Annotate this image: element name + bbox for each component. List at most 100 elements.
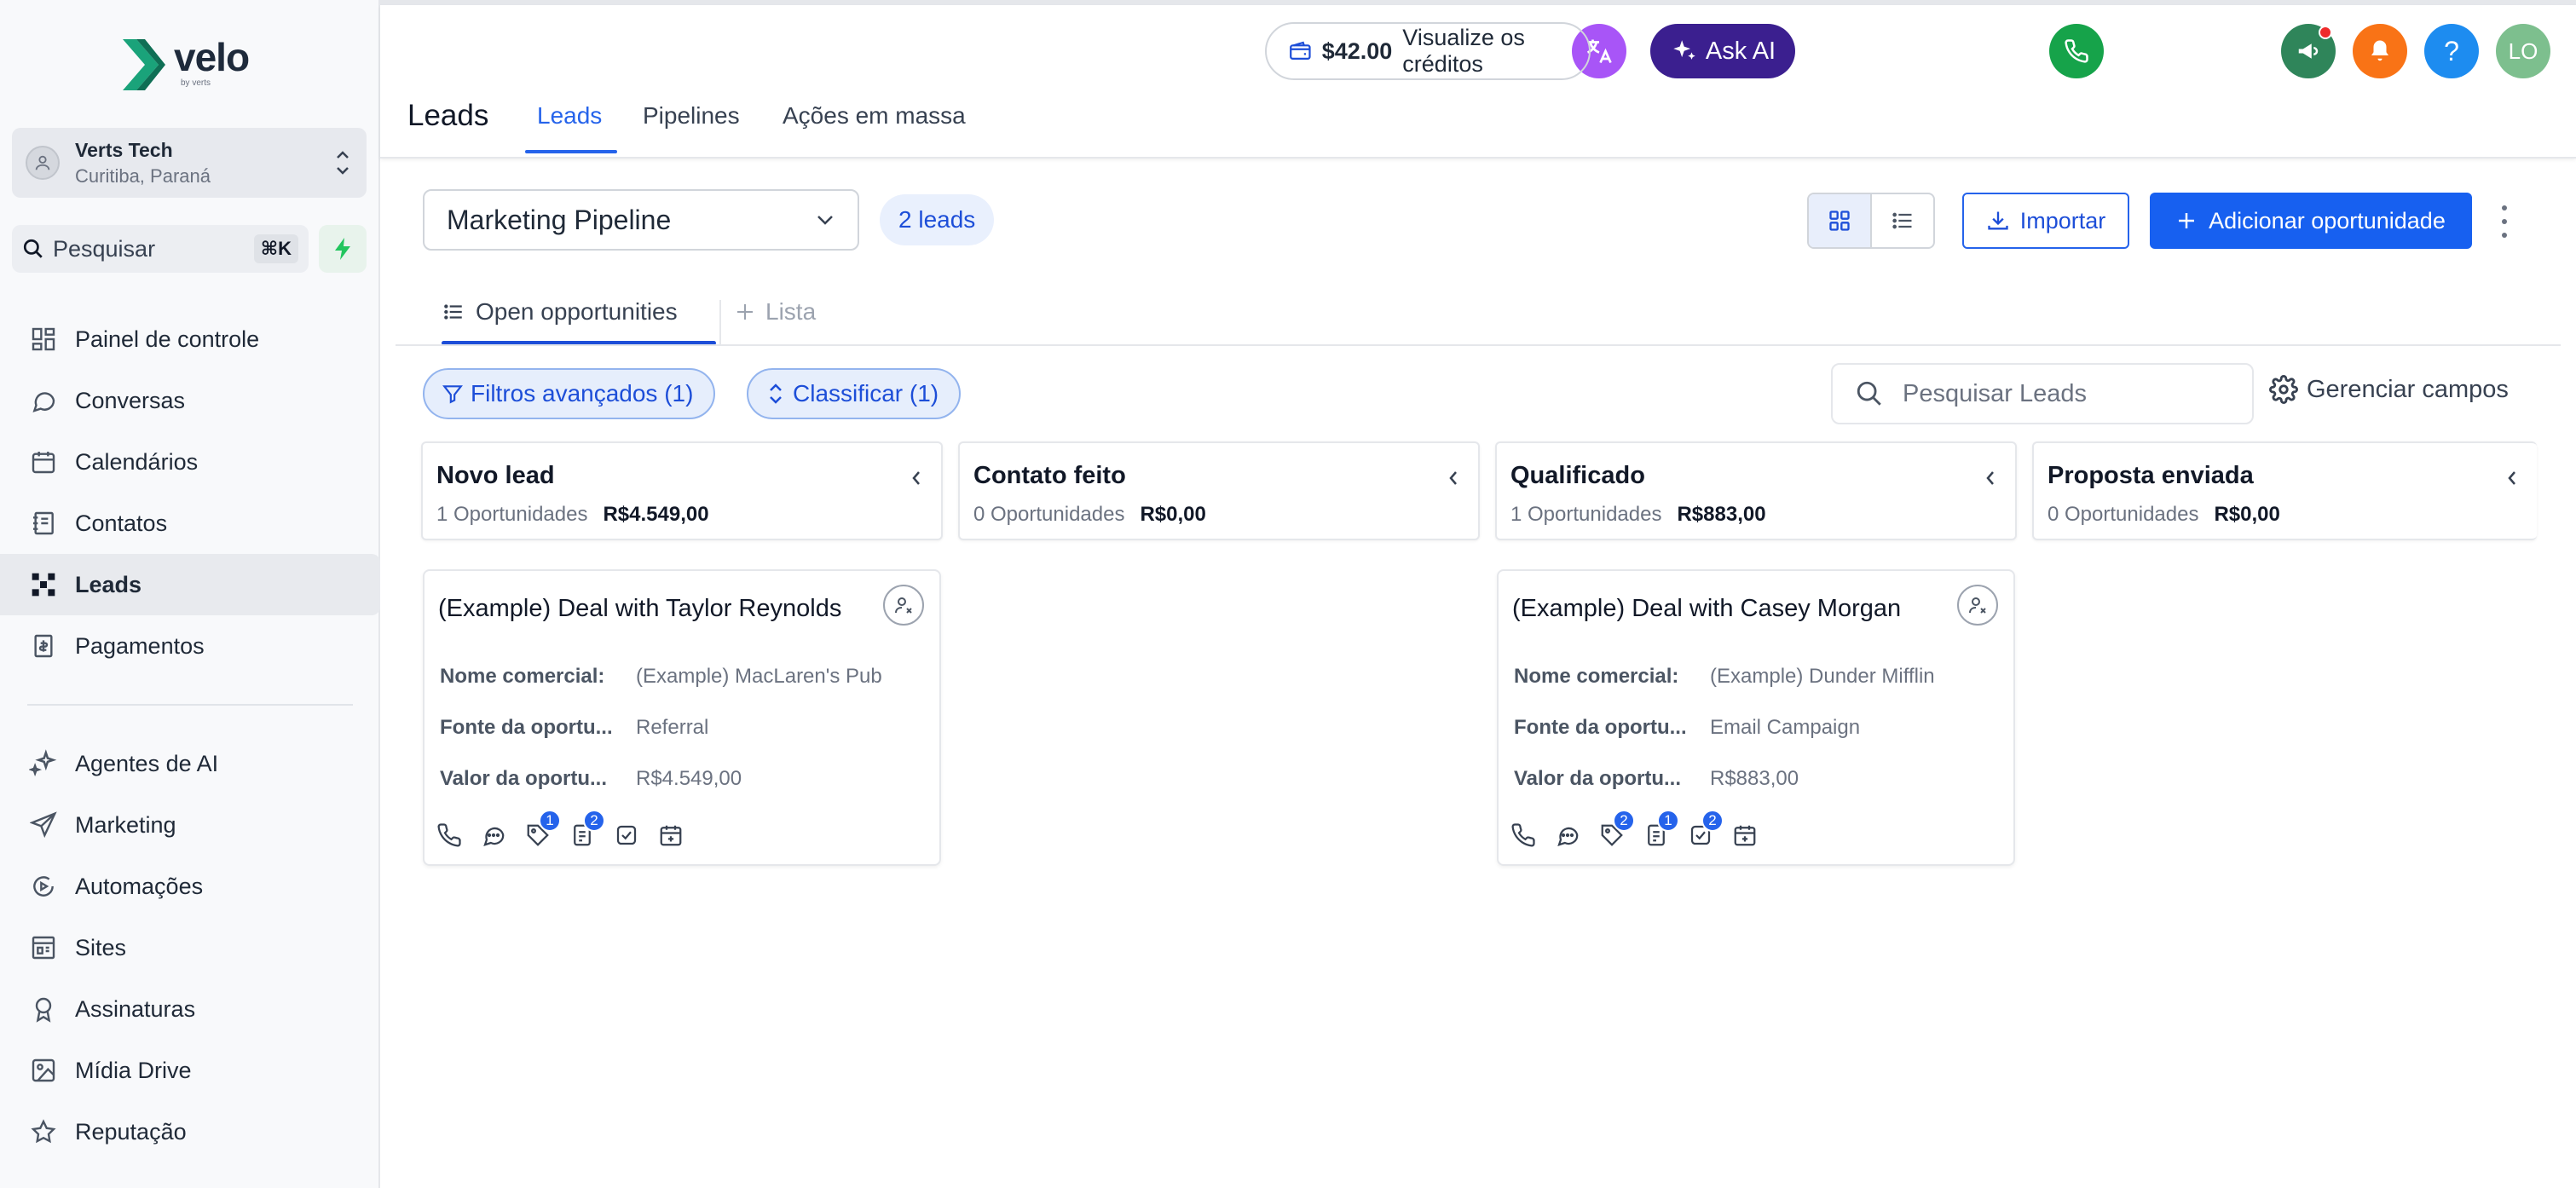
collapse-column-icon[interactable] [2504, 467, 2520, 489]
credits-button[interactable]: $42.00 Visualize os créditos [1265, 22, 1591, 80]
sidebar-item-contatos[interactable]: Contatos [0, 493, 380, 554]
advanced-filters-button[interactable]: Filtros avançados (1) [423, 368, 716, 419]
field-key: Nome comercial: [1514, 665, 1679, 688]
tasks-action[interactable] [614, 820, 658, 851]
add-opportunity-label: Adicionar oportunidade [2209, 207, 2446, 234]
ask-ai-button[interactable]: Ask AI [1650, 24, 1795, 78]
notifications-button[interactable] [2353, 24, 2407, 78]
sidebar-search[interactable]: Pesquisar ⌘K [12, 225, 309, 273]
calendar-icon [27, 446, 60, 478]
tab-leads[interactable]: Leads [537, 102, 602, 130]
sites-icon [27, 931, 60, 964]
opportunity-card[interactable]: (Example) Deal with Taylor Reynolds Nome… [423, 569, 941, 866]
sidebar-item-label: Mídia Drive [75, 1057, 192, 1083]
account-switcher[interactable]: Verts Tech Curitiba, Paraná [12, 128, 367, 198]
sidebar-item-calendarios[interactable]: Calendários [0, 431, 380, 493]
user-icon [35, 155, 50, 170]
manage-fields-button[interactable]: Gerenciar campos [2269, 375, 2509, 404]
list-view-button[interactable] [1872, 194, 1933, 247]
field-key: Valor da oportu... [1514, 767, 1682, 790]
sidebar: velo by verts Verts Tech Curitiba, Paran… [0, 0, 380, 1188]
brand-logo[interactable]: velo by verts [119, 37, 250, 92]
tab-pipelines[interactable]: Pipelines [643, 102, 740, 130]
sidebar-item-assinaturas[interactable]: Assinaturas [0, 978, 380, 1040]
pipeline-select[interactable]: Marketing Pipeline [423, 189, 859, 251]
field-value: R$883,00 [1710, 767, 1799, 790]
search-label: Pesquisar [53, 235, 156, 262]
sidebar-item-leads[interactable]: Leads [0, 554, 380, 615]
sidebar-item-midia-drive[interactable]: Mídia Drive [0, 1040, 380, 1101]
bell-icon [2371, 40, 2388, 61]
sidebar-item-agentes-ai[interactable]: Agentes de AI [0, 733, 380, 794]
contacts-icon [27, 507, 60, 539]
search-shortcut: ⌘K [253, 234, 298, 263]
tab-acoes-em-massa[interactable]: Ações em massa [783, 102, 966, 130]
sidebar-item-conversas[interactable]: Conversas [0, 370, 380, 431]
tab-active-indicator [525, 150, 617, 153]
notes-action[interactable]: 2 [569, 810, 614, 851]
sidebar-divider [27, 704, 353, 706]
notes-action[interactable]: 1 [1643, 810, 1688, 851]
dashboard-icon [27, 323, 60, 355]
board-view-button[interactable] [1809, 194, 1872, 247]
sort-label: Classificar (1) [793, 380, 939, 407]
account-location: Curitiba, Paraná [75, 164, 211, 187]
subtab-add-lista[interactable]: Lista [735, 298, 816, 326]
phone-button[interactable] [2049, 24, 2104, 78]
collapse-column-icon[interactable] [909, 467, 924, 489]
card-field-row: Fonte da oportu... Email Campaign [1514, 716, 1860, 740]
column-title: Novo lead [436, 462, 555, 489]
message-action[interactable] [1555, 820, 1599, 851]
calendar-plus-icon [1734, 825, 1756, 846]
appointment-action[interactable] [1732, 820, 1776, 851]
sidebar-item-marketing[interactable]: Marketing [0, 794, 380, 856]
add-opportunity-button[interactable]: Adicionar oportunidade [2150, 193, 2472, 249]
import-button[interactable]: Importar [1962, 193, 2129, 249]
list-icon [1892, 212, 1912, 229]
column-count: 0 Oportunidades [973, 503, 1125, 526]
search-leads-input[interactable]: Pesquisar Leads [1831, 363, 2254, 424]
tasks-action[interactable]: 2 [1688, 810, 1732, 851]
field-value: Email Campaign [1710, 716, 1861, 739]
sidebar-item-label: Sites [75, 934, 127, 960]
subtab-open-opportunities[interactable]: Open opportunities [442, 298, 678, 326]
message-action[interactable] [481, 820, 525, 851]
sidebar-item-painel[interactable]: Painel de controle [0, 309, 380, 370]
notes-count-badge: 2 [583, 810, 605, 832]
sidebar-item-sites[interactable]: Sites [0, 917, 380, 978]
call-action[interactable] [1510, 820, 1555, 851]
page-title: Leads [407, 99, 489, 132]
sidebar-item-reputacao[interactable]: Reputação [0, 1101, 380, 1162]
collapse-column-icon[interactable] [1983, 467, 1998, 489]
subtab-separator [719, 300, 721, 344]
tasks-count-badge: 2 [1701, 810, 1724, 832]
credits-label: Visualize os créditos [1402, 25, 1525, 77]
user-avatar-button[interactable]: LO [2496, 24, 2550, 78]
tags-action[interactable]: 2 [1599, 810, 1643, 851]
assign-user-button[interactable] [883, 585, 924, 626]
collapse-column-icon[interactable] [1446, 467, 1461, 489]
sidebar-item-label: Reputação [75, 1118, 187, 1145]
field-value: R$4.549,00 [636, 767, 742, 790]
sidebar-item-label: Agentes de AI [75, 750, 219, 776]
tags-action[interactable]: 1 [525, 810, 569, 851]
appointment-action[interactable] [658, 820, 702, 851]
field-value: (Example) MacLaren's Pub [636, 665, 882, 688]
sparkle-icon [27, 747, 60, 780]
assign-user-button[interactable] [1957, 585, 1998, 626]
manage-fields-label: Gerenciar campos [2307, 375, 2509, 403]
sort-button[interactable]: Classificar (1) [747, 368, 962, 419]
sidebar-item-pagamentos[interactable]: Pagamentos [0, 615, 380, 677]
megaphone-icon [2298, 43, 2319, 59]
help-button[interactable]: ? [2424, 24, 2479, 78]
search-leads-placeholder: Pesquisar Leads [1903, 379, 2088, 407]
call-action[interactable] [436, 820, 481, 851]
more-options-button[interactable] [2496, 201, 2513, 242]
opportunity-card[interactable]: (Example) Deal with Casey Morgan Nome co… [1497, 569, 2015, 866]
account-avatar [26, 146, 60, 180]
sidebar-item-automacoes[interactable]: Automações [0, 856, 380, 917]
column-count: 1 Oportunidades [436, 503, 588, 526]
announcements-button[interactable] [2281, 24, 2336, 78]
quick-actions-button[interactable] [319, 225, 367, 273]
user-x-icon [1969, 597, 1986, 614]
